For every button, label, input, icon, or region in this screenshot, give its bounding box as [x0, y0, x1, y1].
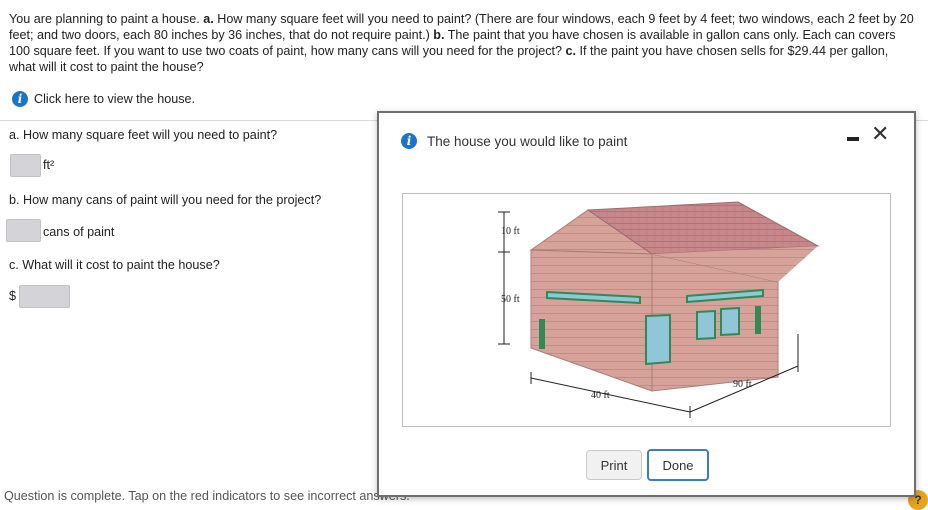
print-button[interactable]: Print — [586, 450, 642, 480]
close-button[interactable]: ✕ — [871, 123, 889, 145]
front-door — [539, 319, 545, 349]
part-c-prompt: c. What will it cost to paint the house? — [9, 258, 220, 272]
side-length-label: 90 ft — [733, 379, 752, 390]
question-text: You are planning to paint a house. a. Ho… — [9, 11, 914, 75]
part-a-answer-field[interactable] — [10, 154, 41, 177]
side-window-1 — [645, 313, 671, 366]
front-wall — [530, 249, 653, 392]
question-b-label: b. — [433, 28, 445, 42]
part-a-unit: ft² — [43, 158, 55, 172]
part-c-currency: $ — [9, 289, 17, 303]
status-message: Question is complete. Tap on the red ind… — [4, 489, 410, 503]
side-door — [755, 306, 761, 334]
side-window-3 — [696, 309, 716, 341]
question-intro: You are planning to paint a house. — [9, 12, 204, 26]
roof-height-label: 10 ft — [501, 226, 520, 237]
side-window-4 — [720, 306, 740, 337]
wall-height-label: 50 ft — [501, 294, 520, 305]
part-b-prompt: b. How many cans of paint will you need … — [9, 193, 322, 207]
dialog-header: i The house you would like to paint — [401, 133, 627, 149]
info-icon: i — [401, 133, 417, 149]
part-b-unit: cans of paint — [43, 225, 115, 239]
view-house-link-text[interactable]: Click here to view the house. — [34, 92, 195, 106]
part-b-answer-field[interactable] — [6, 219, 41, 242]
part-c-answer-field[interactable] — [19, 285, 70, 308]
done-button[interactable]: Done — [647, 449, 709, 481]
minimize-button[interactable] — [847, 134, 859, 142]
question-a-label: a. — [203, 12, 214, 26]
info-icon: i — [12, 91, 28, 107]
house-figure: 10 ft 50 ft 40 ft 90 ft — [402, 193, 891, 427]
house-image-dialog: i The house you would like to paint ✕ 10… — [377, 111, 916, 497]
dialog-title: The house you would like to paint — [427, 133, 628, 149]
front-width-label: 40 ft — [591, 390, 610, 401]
house-illustration: 10 ft 50 ft 40 ft 90 ft — [498, 201, 820, 418]
question-c-label: c. — [565, 44, 577, 58]
view-house-link[interactable]: i Click here to view the house. — [12, 91, 195, 107]
part-a-prompt: a. How many square feet will you need to… — [9, 128, 278, 142]
